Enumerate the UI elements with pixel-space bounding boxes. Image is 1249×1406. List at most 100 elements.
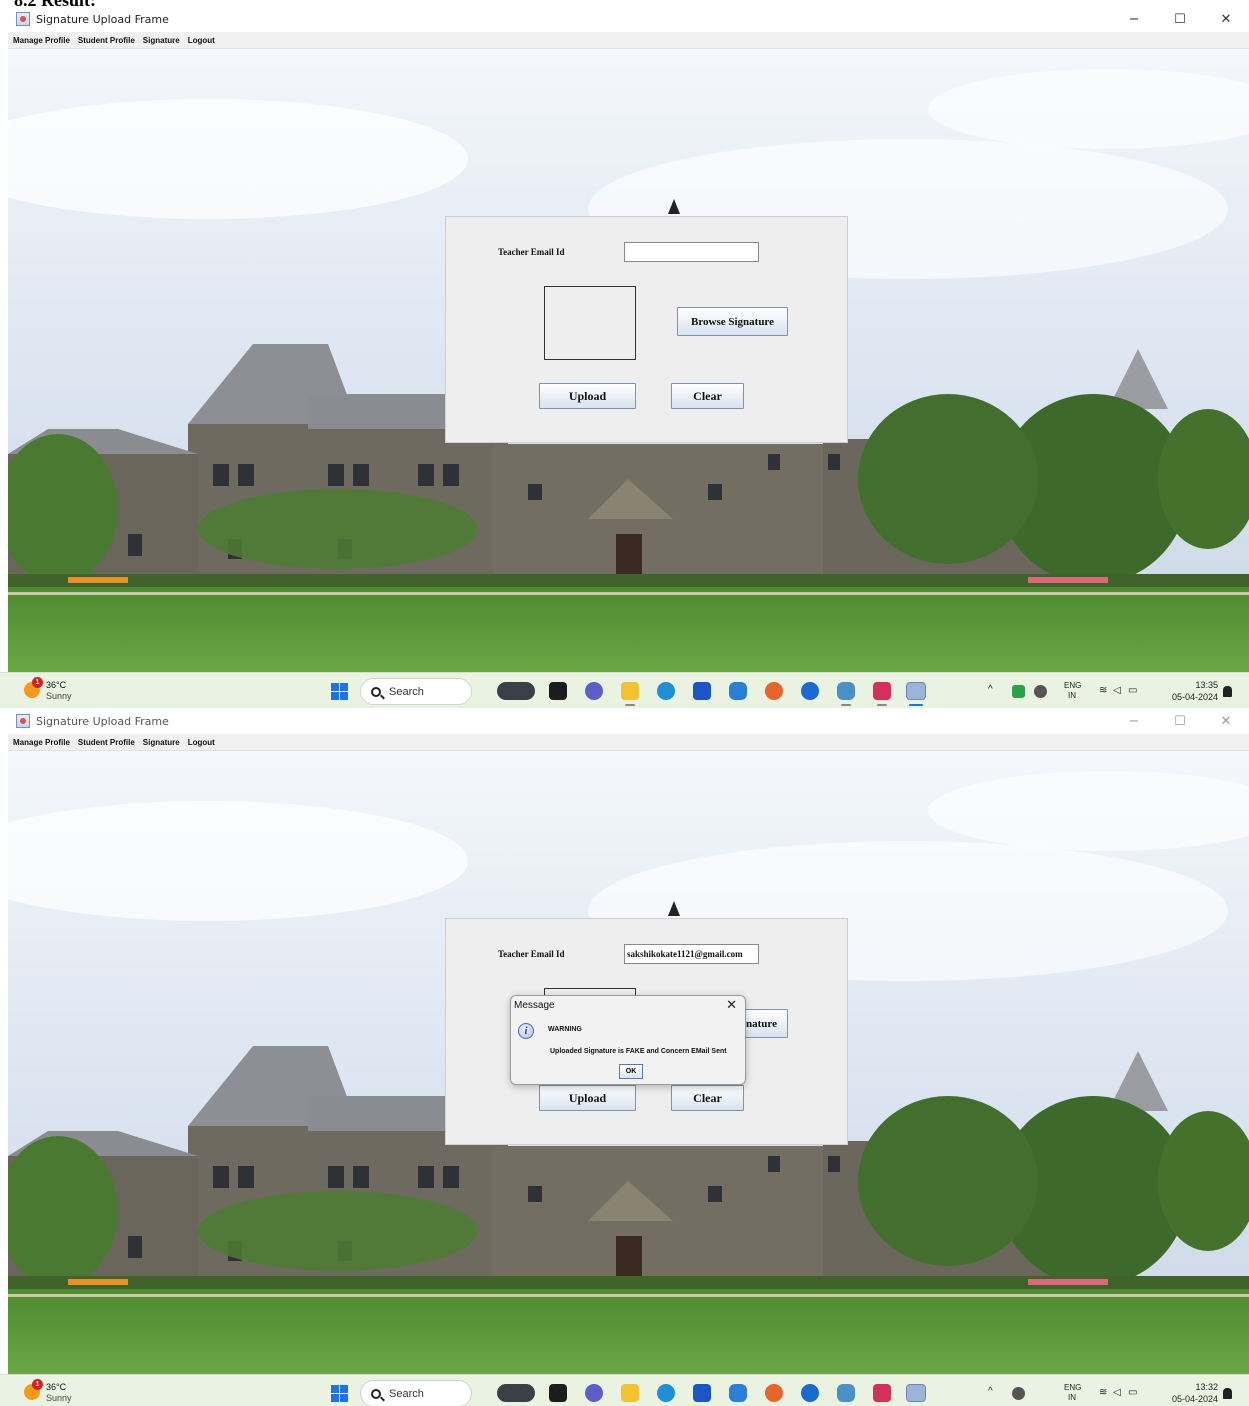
menu-bar: Manage Profile Student Profile Signature… [8,734,1249,751]
clock-time[interactable]: 13:32 [1188,1382,1218,1392]
help-icon[interactable] [801,1384,819,1402]
snipping-tool-icon[interactable] [729,682,747,700]
clock-date[interactable]: 05-04-2024 [1163,692,1218,702]
edge-browser-icon[interactable] [657,682,675,700]
help-icon[interactable] [801,682,819,700]
volume-icon[interactable]: ◁ [1113,686,1121,696]
clear-button[interactable]: Clear [671,383,744,409]
menu-student-profile[interactable]: Student Profile [78,36,135,45]
tray-chevron-icon[interactable]: ^ [988,1387,993,1397]
dialog-ok-button[interactable]: OK [619,1064,643,1079]
taskbar-search-box[interactable]: Search [360,678,472,705]
anteater-widget-icon[interactable] [497,1384,535,1402]
window-title: Signature Upload Frame [36,714,169,728]
file-explorer-icon[interactable] [621,682,639,700]
upload-button[interactable]: Upload [539,383,636,409]
browse-signature-button[interactable]: Browse Signature [677,307,788,336]
maximize-button[interactable]: ☐ [1157,708,1203,734]
clear-button[interactable]: Clear [671,1085,744,1111]
windows-taskbar: 1 36°C Sunny Search ^ ENG IN ≋ ◁ ▭ 13:32… [0,1374,1249,1406]
minimize-button[interactable]: − [1111,708,1157,734]
task-view-icon[interactable] [549,1384,567,1402]
dialog-title: Message [514,1000,555,1011]
file-explorer-icon[interactable] [621,1384,639,1402]
weather-temperature[interactable]: 36°C [46,1382,66,1392]
weather-badge: 1 [32,1379,43,1390]
menu-manage-profile[interactable]: Manage Profile [13,738,70,747]
minimize-button[interactable]: − [1111,6,1157,32]
menu-logout[interactable]: Logout [188,36,215,45]
language-indicator-bottom[interactable]: IN [1068,1393,1076,1402]
virtualbox-icon[interactable] [837,1384,855,1402]
weather-temperature[interactable]: 36°C [46,680,66,690]
taskbar-search-box[interactable]: Search [360,1380,472,1406]
virtualbox-indicator [841,704,851,706]
ks-app-icon[interactable] [873,682,891,700]
windows-start-icon[interactable] [331,1385,348,1402]
tray-cloud-icon[interactable] [1012,1387,1025,1400]
dialog-close-icon[interactable]: ✕ [726,997,737,1013]
upload-button[interactable]: Upload [539,1085,636,1111]
windows-start-icon[interactable] [331,683,348,700]
snipping-tool-icon[interactable] [729,1384,747,1402]
wifi-icon[interactable]: ≋ [1099,1388,1107,1398]
menu-signature[interactable]: Signature [143,36,180,45]
firefox-icon[interactable] [765,682,783,700]
close-button[interactable]: ✕ [1203,6,1249,32]
edge-browser-icon[interactable] [657,1384,675,1402]
close-button[interactable]: ✕ [1203,708,1249,734]
language-indicator-top[interactable]: ENG [1064,681,1081,690]
search-icon [371,686,381,697]
teams-chat-icon[interactable] [585,1384,603,1402]
language-indicator-top[interactable]: ENG [1064,1383,1081,1392]
signature-preview-box [544,286,636,360]
ks-app-icon[interactable] [873,1384,891,1402]
menu-manage-profile[interactable]: Manage Profile [13,36,70,45]
firefox-icon[interactable] [765,1384,783,1402]
language-indicator-bottom[interactable]: IN [1068,691,1076,700]
tray-cloud-icon[interactable] [1034,685,1047,698]
java-app-icon [16,12,30,26]
clock-time[interactable]: 13:35 [1188,680,1218,690]
wifi-icon[interactable]: ≋ [1099,686,1107,696]
screenshot-2: Signature Upload Frame − ☐ ✕ Manage Prof… [0,708,1249,1406]
clock-date[interactable]: 05-04-2024 [1163,1394,1218,1404]
windows-taskbar: 1 36°C Sunny Search ^ ENG IN ≋ ◁ ▭ 13:35 [0,672,1249,708]
battery-icon[interactable]: ▭ [1128,686,1137,696]
weather-condition: Sunny [46,691,72,701]
java-taskbar-icon[interactable] [906,1384,926,1402]
message-dialog: Message ✕ i WARNING Uploaded Signature i… [510,995,746,1085]
battery-icon[interactable]: ▭ [1128,1388,1137,1398]
weather-badge: 1 [32,677,43,688]
notification-bell-icon[interactable] [1223,686,1232,697]
maximize-button[interactable]: ☐ [1157,6,1203,32]
title-bar: Signature Upload Frame − ☐ ✕ [8,6,1249,32]
teams-chat-icon[interactable] [585,682,603,700]
tray-app-icon[interactable] [1012,685,1025,698]
volume-icon[interactable]: ◁ [1113,1388,1121,1398]
window-controls: − ☐ ✕ [1111,6,1249,32]
dialog-message: Uploaded Signature is FAKE and Concern E… [550,1048,727,1055]
dialog-warning-heading: WARNING [548,1026,582,1033]
weather-condition: Sunny [46,1393,72,1403]
task-view-icon[interactable] [549,682,567,700]
java-active-indicator [909,704,923,706]
virtualbox-icon[interactable] [837,682,855,700]
teacher-email-input[interactable] [624,242,759,262]
menu-student-profile[interactable]: Student Profile [78,738,135,747]
tray-chevron-icon[interactable]: ^ [988,685,993,695]
microsoft-store-icon[interactable] [693,1384,711,1402]
microsoft-store-icon[interactable] [693,682,711,700]
file-explorer-indicator [625,704,635,706]
java-taskbar-icon[interactable] [906,682,926,700]
info-icon: i [518,1023,534,1039]
menu-logout[interactable]: Logout [188,738,215,747]
notification-bell-icon[interactable] [1223,1388,1232,1399]
menu-bar: Manage Profile Student Profile Signature… [8,32,1249,49]
anteater-widget-icon[interactable] [497,682,535,700]
java-app-icon [16,714,30,728]
screenshot-1: Signature Upload Frame − ☐ ✕ Manage Prof… [0,6,1249,708]
menu-signature[interactable]: Signature [143,738,180,747]
teacher-email-input[interactable]: sakshikokate1121@gmail.com [624,944,759,964]
window-controls: − ☐ ✕ [1111,708,1249,734]
